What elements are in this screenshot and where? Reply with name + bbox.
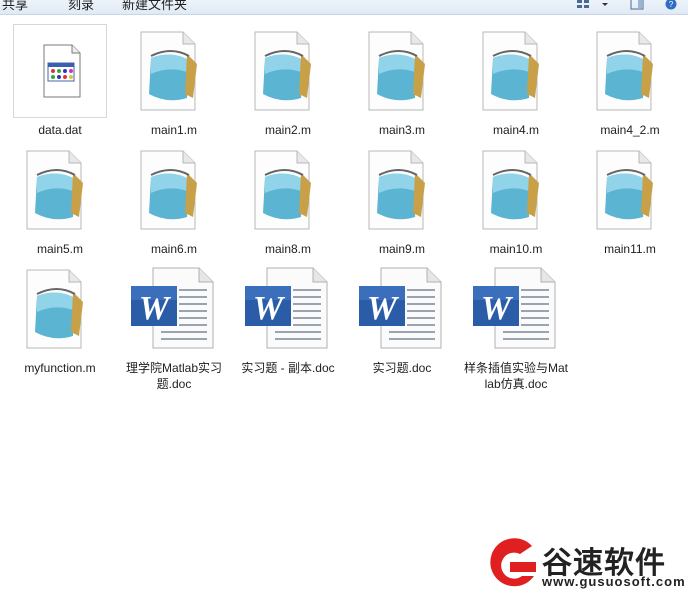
m-file-icon bbox=[13, 143, 107, 237]
word-doc-icon: W bbox=[469, 262, 563, 356]
file-item[interactable]: main8.m bbox=[236, 143, 340, 257]
preview-pane-icon[interactable] bbox=[630, 0, 644, 10]
m-file-icon bbox=[583, 143, 677, 237]
word-doc-icon: W bbox=[241, 262, 335, 356]
file-name: main6.m bbox=[150, 242, 197, 256]
file-name: main5.m bbox=[36, 242, 83, 256]
file-item[interactable]: W 实习题.doc bbox=[350, 262, 454, 376]
file-item[interactable]: main10.m bbox=[464, 143, 568, 257]
gusu-watermark: 谷速软件 www.gusuosoft.com bbox=[482, 536, 685, 594]
m-file-icon bbox=[241, 24, 335, 118]
svg-text:W: W bbox=[367, 290, 400, 327]
file-item[interactable]: data.dat bbox=[8, 24, 112, 138]
new-folder-button[interactable]: 新建文件夹 bbox=[122, 0, 187, 13]
explorer-toolbar: 共享 刻录 新建文件夹 ? bbox=[0, 0, 688, 15]
file-item[interactable]: main1.m bbox=[122, 24, 226, 138]
file-name: 样条插值实验与Matlab仿真.doc bbox=[464, 361, 569, 391]
m-file-icon bbox=[127, 24, 221, 118]
file-name: main3.m bbox=[378, 123, 425, 137]
svg-text:?: ? bbox=[669, 0, 674, 9]
file-name: main4.m bbox=[492, 123, 539, 137]
m-file-icon bbox=[241, 143, 335, 237]
file-name: main10.m bbox=[489, 242, 543, 256]
file-name: main11.m bbox=[604, 242, 656, 256]
file-name: main1.m bbox=[150, 123, 197, 137]
m-file-icon bbox=[469, 24, 563, 118]
m-file-icon bbox=[127, 143, 221, 237]
file-item[interactable]: main6.m bbox=[122, 143, 226, 257]
file-item[interactable]: main3.m bbox=[350, 24, 454, 138]
file-name: main4_2.m bbox=[600, 123, 660, 137]
m-file-icon bbox=[13, 262, 107, 356]
file-name: main2.m bbox=[264, 123, 311, 137]
file-name: 理学院Matlab实习题.doc bbox=[125, 361, 223, 391]
view-options-icon[interactable] bbox=[576, 0, 590, 9]
file-name: 实习题 - 副本.doc bbox=[241, 361, 335, 375]
dropdown-arrow-icon[interactable] bbox=[600, 0, 614, 9]
file-item[interactable]: main2.m bbox=[236, 24, 340, 138]
m-file-icon bbox=[355, 24, 449, 118]
svg-text:W: W bbox=[253, 290, 286, 327]
gusu-logo-icon bbox=[490, 538, 536, 587]
file-item[interactable]: W 样条插值实验与Matlab仿真.doc bbox=[464, 262, 568, 392]
file-item[interactable]: main4.m bbox=[464, 24, 568, 138]
svg-text:W: W bbox=[481, 290, 514, 327]
m-file-icon bbox=[469, 143, 563, 237]
file-item[interactable]: W 实习题 - 副本.doc bbox=[236, 262, 340, 376]
file-name: myfunction.m bbox=[24, 361, 96, 375]
file-name: data.dat bbox=[38, 123, 82, 137]
m-file-icon bbox=[583, 24, 677, 118]
brand-url: www.gusuosoft.com bbox=[542, 574, 686, 589]
file-name: main8.m bbox=[264, 242, 311, 256]
m-file-icon bbox=[355, 143, 449, 237]
help-icon[interactable]: ? bbox=[664, 0, 678, 10]
file-item[interactable]: W 理学院Matlab实习题.doc bbox=[122, 262, 226, 392]
word-doc-icon: W bbox=[355, 262, 449, 356]
file-item[interactable]: main9.m bbox=[350, 143, 454, 257]
file-item[interactable]: main5.m bbox=[8, 143, 112, 257]
word-doc-icon: W bbox=[127, 262, 221, 356]
svg-text:W: W bbox=[139, 290, 172, 327]
burn-menu[interactable]: 刻录 bbox=[68, 0, 94, 13]
dat-file-icon bbox=[13, 24, 107, 118]
share-menu[interactable]: 共享 bbox=[2, 0, 28, 13]
file-name: main9.m bbox=[378, 242, 425, 256]
file-item[interactable]: main4_2.m bbox=[578, 24, 682, 138]
file-name: 实习题.doc bbox=[372, 361, 432, 375]
file-item[interactable]: myfunction.m bbox=[8, 262, 112, 376]
file-item[interactable]: main11.m bbox=[578, 143, 682, 257]
